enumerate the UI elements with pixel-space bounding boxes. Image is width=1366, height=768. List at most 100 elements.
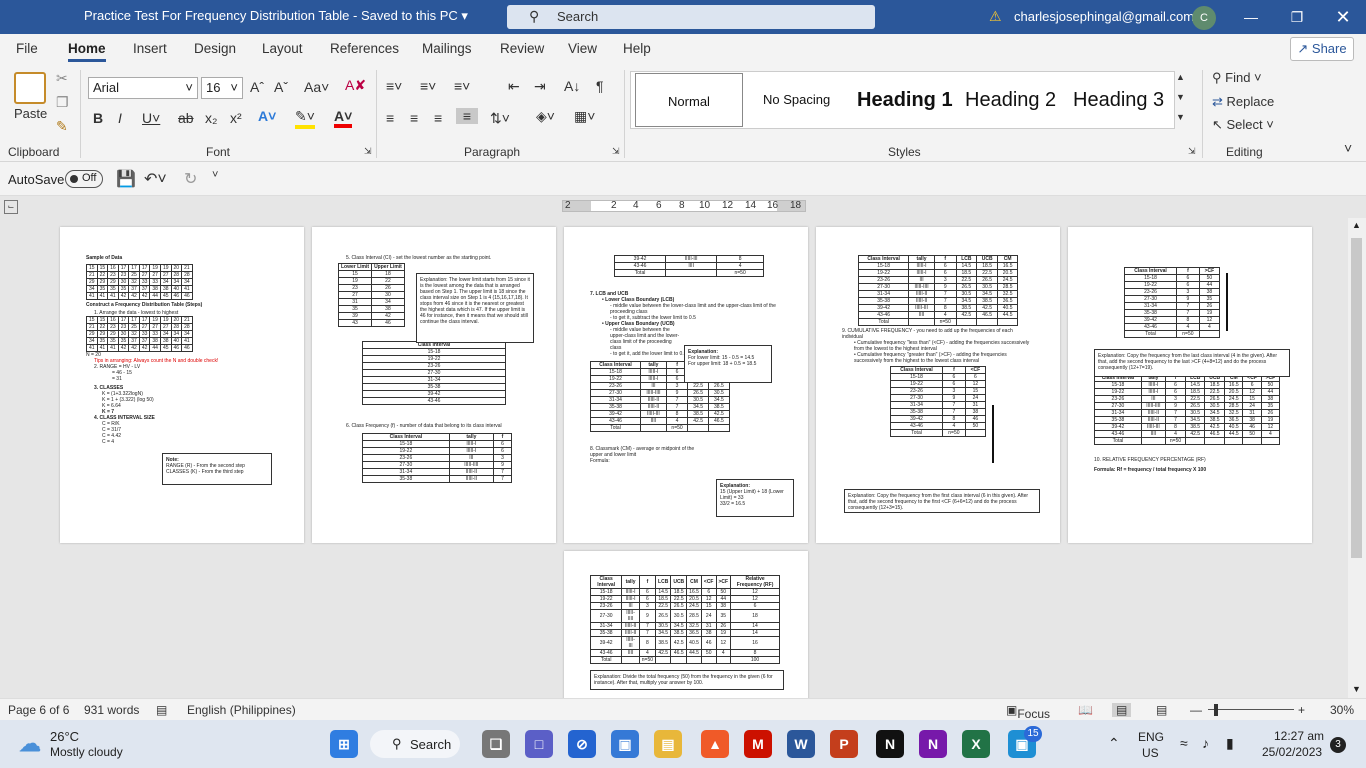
align-center-icon[interactable]: ≡ bbox=[410, 110, 418, 126]
styles-launcher-icon[interactable]: ⇲ bbox=[1188, 146, 1196, 157]
store-icon[interactable]: ▣ bbox=[611, 730, 639, 758]
strikethrough-icon[interactable]: ab bbox=[178, 110, 194, 126]
notification-count[interactable]: 3 bbox=[1330, 737, 1346, 753]
styles-more-icon[interactable]: ▼ bbox=[1176, 112, 1185, 122]
tab-review[interactable]: Review bbox=[500, 41, 544, 56]
search-box[interactable]: ⚲ Search bbox=[507, 5, 875, 29]
zoom-in-icon[interactable]: + bbox=[1298, 703, 1305, 717]
style-no-spacing[interactable]: No Spacing bbox=[763, 72, 830, 128]
subscript-icon[interactable]: x₂ bbox=[205, 110, 217, 126]
select-button[interactable]: ↖ Select ˅ bbox=[1212, 117, 1274, 133]
shading-icon[interactable]: ◈˅ bbox=[536, 108, 555, 125]
underline-icon[interactable]: U˅ bbox=[142, 110, 160, 126]
styles-scroll-up-icon[interactable]: ▲ bbox=[1176, 72, 1185, 82]
paste-label[interactable]: Paste bbox=[14, 106, 47, 121]
undo-icon[interactable]: ↶˅ bbox=[144, 169, 167, 189]
font-size-select[interactable]: 16 ˅ bbox=[201, 77, 243, 99]
style-normal[interactable]: Normal bbox=[635, 73, 743, 127]
lang-secondary[interactable]: US bbox=[1142, 746, 1159, 760]
task-view-icon[interactable]: ❏ bbox=[482, 730, 510, 758]
tab-references[interactable]: References bbox=[330, 41, 399, 56]
vertical-ruler[interactable] bbox=[0, 218, 18, 698]
clear-formatting-icon[interactable]: A✘ bbox=[345, 77, 366, 94]
page-5[interactable]: Class Interval f >CF 15-18 6 50 19-22 6 44 23-26 3… bbox=[1068, 227, 1312, 543]
bullets-icon[interactable]: ≡˅ bbox=[386, 78, 402, 94]
clock-time[interactable]: 12:27 am bbox=[1274, 729, 1324, 743]
print-layout-icon[interactable]: ▤ bbox=[1112, 703, 1132, 717]
tab-home[interactable]: Home bbox=[68, 41, 106, 62]
document-area[interactable]: Sample of Data 15 15 16 17 17 17 19 19 20 21 21 22 2… bbox=[20, 218, 1348, 698]
bold-icon[interactable]: B bbox=[93, 110, 103, 126]
style-heading-1[interactable]: Heading 1 bbox=[857, 72, 953, 128]
zoom-level[interactable]: 30% bbox=[1330, 703, 1354, 717]
zoom-out-icon[interactable]: — bbox=[1190, 703, 1202, 717]
volume-icon[interactable]: ♪ bbox=[1202, 735, 1209, 751]
scroll-thumb[interactable] bbox=[1351, 238, 1362, 558]
increase-indent-icon[interactable]: ⇥ bbox=[534, 78, 546, 95]
styles-scroll-down-icon[interactable]: ▼ bbox=[1176, 92, 1185, 102]
file-explorer-icon[interactable]: ▤ bbox=[654, 730, 682, 758]
customize-qat-icon[interactable]: ˅ bbox=[212, 169, 218, 181]
find-button[interactable]: ⚲ Find ˅ bbox=[1212, 70, 1262, 86]
powerpoint-icon[interactable]: P bbox=[830, 730, 858, 758]
style-heading-3[interactable]: Heading 3 bbox=[1073, 72, 1164, 128]
notion-icon[interactable]: N bbox=[876, 730, 904, 758]
onenote-icon[interactable]: N bbox=[919, 730, 947, 758]
tab-view[interactable]: View bbox=[568, 41, 597, 56]
horizontal-ruler[interactable]: 2 2 4 6 8 10 12 14 16 18 bbox=[562, 200, 806, 212]
avatar[interactable]: C bbox=[1192, 6, 1216, 30]
excel-icon[interactable]: X bbox=[962, 730, 990, 758]
font-color-icon[interactable]: A˅ bbox=[334, 108, 353, 128]
justify-icon[interactable]: ≡ bbox=[456, 108, 478, 124]
show-marks-icon[interactable]: ¶ bbox=[596, 78, 604, 94]
page-3[interactable]: 39-42 IIIII-III 8 43-46 IIII 4 Total n=50 7. LC… bbox=[564, 227, 808, 543]
language-indicator[interactable]: English (Philippines) bbox=[187, 703, 296, 717]
teams-icon[interactable]: □ bbox=[525, 730, 553, 758]
line-spacing-icon[interactable]: ⇅˅ bbox=[490, 110, 510, 127]
proofing-icon[interactable]: ▤ bbox=[156, 703, 167, 717]
highlight-icon[interactable]: ✎˅ bbox=[295, 108, 315, 129]
wifi-icon[interactable]: ≈ bbox=[1180, 735, 1188, 751]
lang-primary[interactable]: ENG bbox=[1138, 730, 1164, 744]
font-name-select[interactable]: Arial ˅ bbox=[88, 77, 198, 99]
focus-button[interactable]: ▣ Focus bbox=[1006, 703, 1050, 721]
word-taskbar-icon[interactable]: W bbox=[787, 730, 815, 758]
numbering-icon[interactable]: ≡˅ bbox=[420, 78, 436, 94]
taskbar-search[interactable]: ⚲ Search bbox=[370, 730, 460, 758]
decrease-indent-icon[interactable]: ⇤ bbox=[508, 78, 520, 95]
temperature[interactable]: 26°C bbox=[50, 729, 79, 744]
paste-icon[interactable] bbox=[14, 72, 46, 104]
page-6[interactable]: Class Interval tally f LCB UCB CM <CF >CF Relati… bbox=[564, 551, 808, 698]
minimize-button[interactable]: — bbox=[1236, 6, 1266, 28]
style-heading-2[interactable]: Heading 2 bbox=[965, 72, 1056, 128]
collapse-ribbon-icon[interactable]: ˅ bbox=[1344, 140, 1352, 156]
word-count[interactable]: 931 words bbox=[84, 703, 139, 717]
italic-icon[interactable]: I bbox=[118, 110, 122, 126]
share-button[interactable]: ↗ Share bbox=[1290, 37, 1354, 61]
cut-icon[interactable]: ✂ bbox=[56, 70, 68, 87]
restore-button[interactable]: ❐ bbox=[1282, 6, 1312, 28]
warning-icon[interactable]: ⚠ bbox=[989, 8, 1002, 25]
page-count[interactable]: Page 6 of 6 bbox=[8, 703, 69, 717]
read-mode-icon[interactable]: 📖 bbox=[1078, 703, 1093, 717]
zoom-slider[interactable] bbox=[1208, 709, 1294, 710]
text-effects-icon[interactable]: A˅ bbox=[258, 108, 276, 124]
tab-mailings[interactable]: Mailings bbox=[422, 41, 472, 56]
sort-icon[interactable]: A↓ bbox=[564, 78, 580, 94]
tab-design[interactable]: Design bbox=[194, 41, 236, 56]
tab-file[interactable]: File bbox=[16, 41, 38, 56]
code-editor-icon[interactable]: ⊘ bbox=[568, 730, 596, 758]
weather-icon[interactable]: ☁ bbox=[16, 730, 44, 758]
font-launcher-icon[interactable]: ⇲ bbox=[364, 146, 372, 157]
tab-help[interactable]: Help bbox=[623, 41, 651, 56]
web-layout-icon[interactable]: ▤ bbox=[1156, 703, 1167, 717]
align-left-icon[interactable]: ≡ bbox=[386, 110, 394, 126]
tab-insert[interactable]: Insert bbox=[133, 41, 167, 56]
clock-date[interactable]: 25/02/2023 bbox=[1262, 745, 1322, 759]
tray-chevron-icon[interactable]: ⌃ bbox=[1108, 735, 1120, 752]
replace-button[interactable]: ⇄ Replace bbox=[1212, 94, 1274, 110]
borders-icon[interactable]: ▦˅ bbox=[574, 108, 595, 125]
tab-layout[interactable]: Layout bbox=[262, 41, 303, 56]
battery-icon[interactable]: ▮ bbox=[1226, 735, 1234, 752]
document-title[interactable]: Practice Test For Frequency Distribution… bbox=[84, 8, 468, 24]
